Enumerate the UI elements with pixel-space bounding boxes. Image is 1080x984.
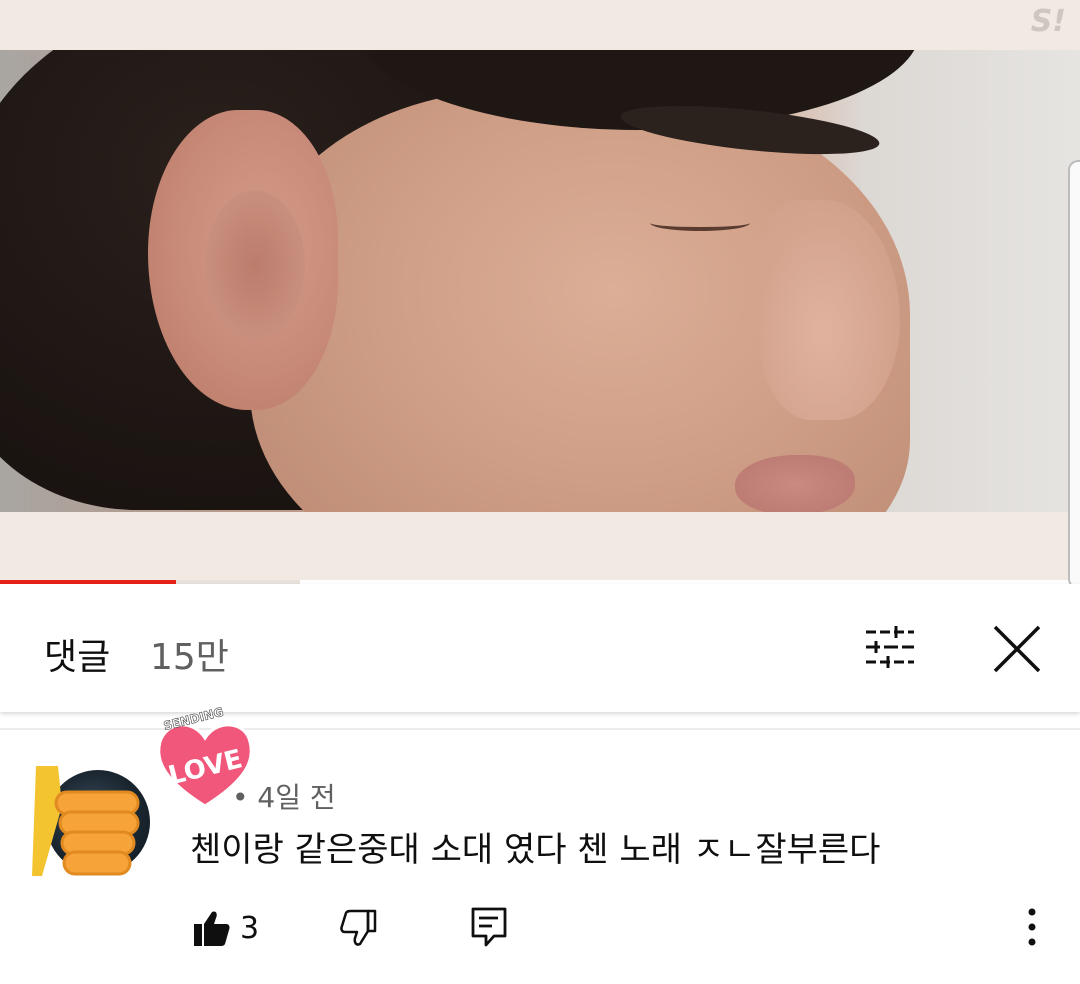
- thumb-up-icon[interactable]: [192, 908, 232, 948]
- video-frame[interactable]: [0, 50, 1080, 512]
- side-panel-handle[interactable]: [1068, 160, 1080, 589]
- video-content-ear-inner: [205, 190, 305, 340]
- channel-watermark: S!: [1030, 4, 1066, 39]
- thumbs-up-sticker-icon: [28, 758, 146, 882]
- more-vert-icon[interactable]: [1018, 906, 1046, 950]
- reply-icon[interactable]: [470, 906, 508, 948]
- like-count: 3: [240, 911, 260, 946]
- close-icon[interactable]: [990, 622, 1044, 676]
- video-content-eye: [650, 215, 750, 231]
- thumb-down-icon[interactable]: [338, 908, 378, 948]
- video-content-lips: [735, 455, 855, 512]
- comment-text: 첸이랑 같은중대 소대 였다 첸 노래 ㅈㄴ잘부른다: [190, 830, 881, 870]
- comments-count: 15만: [150, 637, 229, 678]
- sort-filter-icon[interactable]: [862, 622, 918, 672]
- comment-meta: • 4일 전: [232, 781, 336, 814]
- comments-title: 댓글: [44, 637, 111, 678]
- video-player[interactable]: S!: [0, 0, 1080, 580]
